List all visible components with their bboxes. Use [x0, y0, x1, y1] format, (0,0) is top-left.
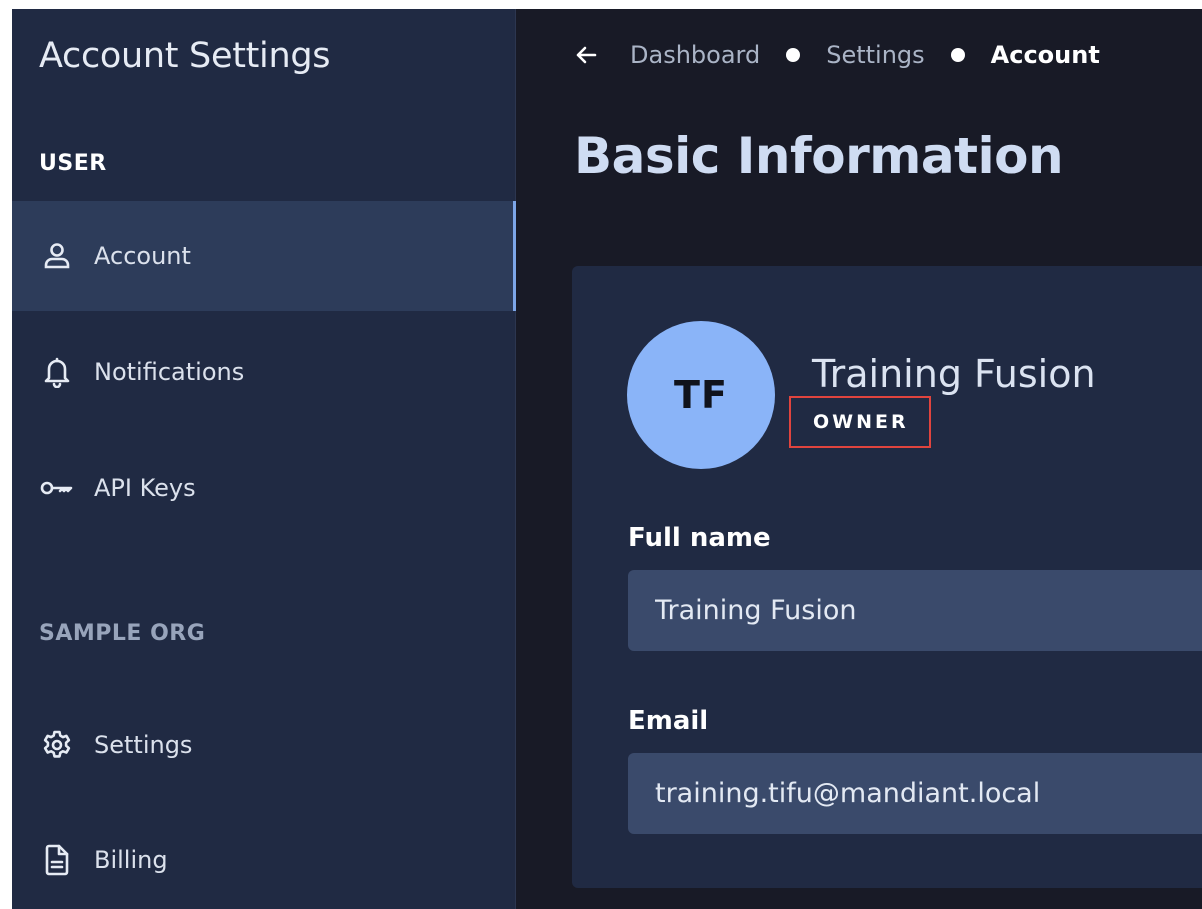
sidebar-item-label: API Keys [94, 474, 196, 502]
sidebar-item-api-keys[interactable]: API Keys [12, 433, 516, 543]
sidebar-item-billing[interactable]: Billing [12, 805, 516, 909]
document-icon [40, 843, 74, 877]
sidebar-title: Account Settings [39, 36, 331, 76]
bell-icon [40, 355, 74, 389]
arrow-left-icon[interactable] [574, 42, 600, 68]
section-label-org: SAMPLE ORG [39, 621, 206, 646]
section-label-user: USER [39, 151, 107, 176]
breadcrumb-separator [950, 48, 965, 62]
full-name-input[interactable] [628, 570, 1202, 651]
gear-icon [40, 728, 74, 762]
sidebar-item-label: Notifications [94, 358, 245, 386]
email-label: Email [628, 706, 709, 736]
breadcrumb: Dashboard Settings Account [574, 37, 1100, 73]
key-icon [40, 471, 74, 505]
breadcrumb-settings[interactable]: Settings [826, 41, 924, 69]
page-title: Basic Information [574, 127, 1064, 185]
sidebar: Account Settings USER Account Notificati… [12, 9, 516, 909]
breadcrumb-separator [786, 48, 801, 62]
sidebar-item-label: Settings [94, 731, 193, 759]
app-window: Account Settings USER Account Notificati… [12, 9, 1202, 909]
sidebar-item-notifications[interactable]: Notifications [12, 317, 516, 427]
breadcrumb-account: Account [990, 41, 1100, 69]
basic-info-card: TF Training Fusion OWNER Full name Email [572, 266, 1202, 888]
user-icon [40, 239, 74, 273]
full-name-label: Full name [628, 523, 771, 553]
profile-name: Training Fusion [812, 352, 1096, 396]
breadcrumb-dashboard[interactable]: Dashboard [630, 41, 760, 69]
sidebar-item-label: Billing [94, 846, 168, 874]
sidebar-item-account[interactable]: Account [12, 201, 516, 311]
role-badge: OWNER [789, 396, 931, 448]
email-input[interactable] [628, 753, 1202, 834]
sidebar-item-settings[interactable]: Settings [12, 690, 516, 800]
avatar[interactable]: TF [627, 321, 775, 469]
main-content: Dashboard Settings Account Basic Informa… [516, 9, 1202, 909]
sidebar-item-label: Account [94, 242, 191, 270]
